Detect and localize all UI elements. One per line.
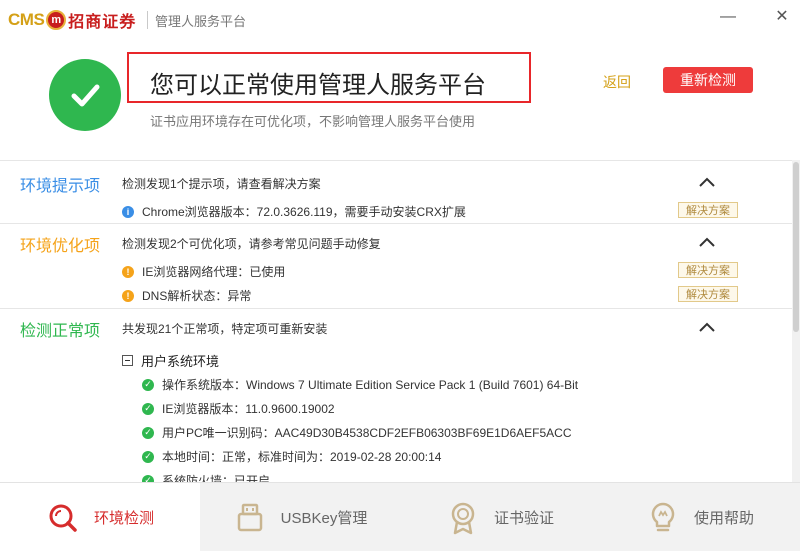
collapse-minus-icon[interactable] <box>122 355 133 366</box>
app-title: 管理人服务平台 <box>155 14 247 29</box>
section-tips: 环境提示项 检测发现1个提示项，请查看解决方案 i Chrome浏览器版本：72… <box>0 161 793 223</box>
section-title-tips: 环境提示项 <box>20 178 101 195</box>
item-text: 本地时间：正常，标准时间为：2019-02-28 20:00:14 <box>162 450 442 464</box>
usbkey-icon <box>233 501 267 535</box>
help-bulb-icon <box>646 501 680 535</box>
search-icon <box>46 501 80 535</box>
bottom-nav: 环境检测 USBKey管理 证书验证 使用帮助 <box>0 482 800 551</box>
nav-label: 使用帮助 <box>693 510 754 527</box>
scrollbar-thumb[interactable] <box>793 162 799 332</box>
list-item: ✓ 本地时间：正常，标准时间为：2019-02-28 20:00:14 <box>142 448 441 465</box>
item-text: IE浏览器版本：11.0.9600.19002 <box>162 402 335 416</box>
check-circle-icon: ✓ <box>142 426 154 439</box>
section-title-normal: 检测正常项 <box>20 323 101 340</box>
status-subline: 证书应用环境存在可优化项，不影响管理人服务平台使用 <box>150 114 476 129</box>
vertical-scrollbar[interactable] <box>792 160 800 482</box>
chevron-up-icon[interactable] <box>697 175 717 189</box>
solution-button[interactable]: 解决方案 <box>678 202 738 218</box>
list-item: ✓ 操作系统版本：Windows 7 Ultimate Edition Serv… <box>142 376 578 393</box>
list-item: ✓ 系统防火墙：已开启 <box>142 472 270 482</box>
logo: CMS m 招商证券 <box>8 8 136 32</box>
check-circle-icon: ✓ <box>142 474 154 482</box>
nav-label: 证书验证 <box>493 510 554 527</box>
list-item: ! IE浏览器网络代理：已使用 <box>122 263 285 280</box>
warning-icon: ! <box>122 265 134 278</box>
check-circle-icon: ✓ <box>142 402 154 415</box>
group-header[interactable]: 用户系统环境 <box>122 351 219 370</box>
nav-label: USBKey管理 <box>280 510 368 527</box>
item-text: 用户PC唯一识别码：AAC49D30B4538CDF2EFB06303BF69E… <box>162 426 572 440</box>
list-item: ! DNS解析状态：异常 <box>122 287 251 304</box>
title-bar: CMS m 招商证券 管理人服务平台 — ✕ <box>0 0 800 40</box>
item-text: 系统防火墙：已开启 <box>162 474 271 482</box>
warning-icon: ! <box>122 289 134 302</box>
section-title-optimize: 环境优化项 <box>20 238 101 255</box>
certificate-icon <box>446 501 480 535</box>
item-text: 操作系统版本：Windows 7 Ultimate Edition Servic… <box>162 378 579 392</box>
solution-button[interactable]: 解决方案 <box>678 286 738 302</box>
list-item: ✓ 用户PC唯一识别码：AAC49D30B4538CDF2EFB06303BF6… <box>142 424 572 441</box>
logo-cms-text: CMS <box>8 10 45 29</box>
status-headline: 您可以正常使用管理人服务平台 <box>150 72 486 99</box>
chevron-up-icon[interactable] <box>697 235 717 249</box>
back-link[interactable]: 返回 <box>603 72 631 92</box>
close-button[interactable]: ✕ <box>770 6 794 28</box>
logo-company-name: 招商证券 <box>68 14 137 31</box>
title-divider <box>147 11 148 29</box>
section-desc-tips: 检测发现1个提示项，请查看解决方案 <box>122 177 321 191</box>
nav-usbkey[interactable]: USBKey管理 <box>200 483 400 551</box>
minimize-button[interactable]: — <box>716 6 740 28</box>
section-desc-optimize: 检测发现2个可优化项，请参考常见问题手动修复 <box>122 237 381 251</box>
section-desc-normal: 共发现21个正常项，特定项可重新安装 <box>122 322 328 336</box>
check-circle-icon: ✓ <box>142 378 154 391</box>
list-item: i Chrome浏览器版本：72.0.3626.119，需要手动安装CRX扩展 <box>122 203 466 220</box>
group-title: 用户系统环境 <box>141 354 220 369</box>
section-normal: 检测正常项 共发现21个正常项，特定项可重新安装 用户系统环境 ✓ 操作系统版本… <box>0 309 793 482</box>
logo-badge-icon: m <box>46 10 67 30</box>
section-optimize: 环境优化项 检测发现2个可优化项，请参考常见问题手动修复 ! IE浏览器网络代理… <box>0 224 793 308</box>
list-item: ✓ IE浏览器版本：11.0.9600.19002 <box>142 400 335 417</box>
nav-env-check[interactable]: 环境检测 <box>0 483 200 551</box>
check-results-list: 环境提示项 检测发现1个提示项，请查看解决方案 i Chrome浏览器版本：72… <box>0 160 793 482</box>
recheck-button[interactable]: 重新检测 <box>663 67 753 93</box>
nav-help[interactable]: 使用帮助 <box>600 483 800 551</box>
info-icon: i <box>122 205 134 218</box>
nav-label: 环境检测 <box>93 510 154 527</box>
nav-cert-verify[interactable]: 证书验证 <box>400 483 600 551</box>
item-text: Chrome浏览器版本：72.0.3626.119，需要手动安装CRX扩展 <box>142 205 466 219</box>
item-text: DNS解析状态：异常 <box>142 289 252 303</box>
success-check-icon <box>49 59 121 131</box>
chevron-up-icon[interactable] <box>697 320 717 334</box>
solution-button[interactable]: 解决方案 <box>678 262 738 278</box>
check-circle-icon: ✓ <box>142 450 154 463</box>
item-text: IE浏览器网络代理：已使用 <box>142 265 286 279</box>
